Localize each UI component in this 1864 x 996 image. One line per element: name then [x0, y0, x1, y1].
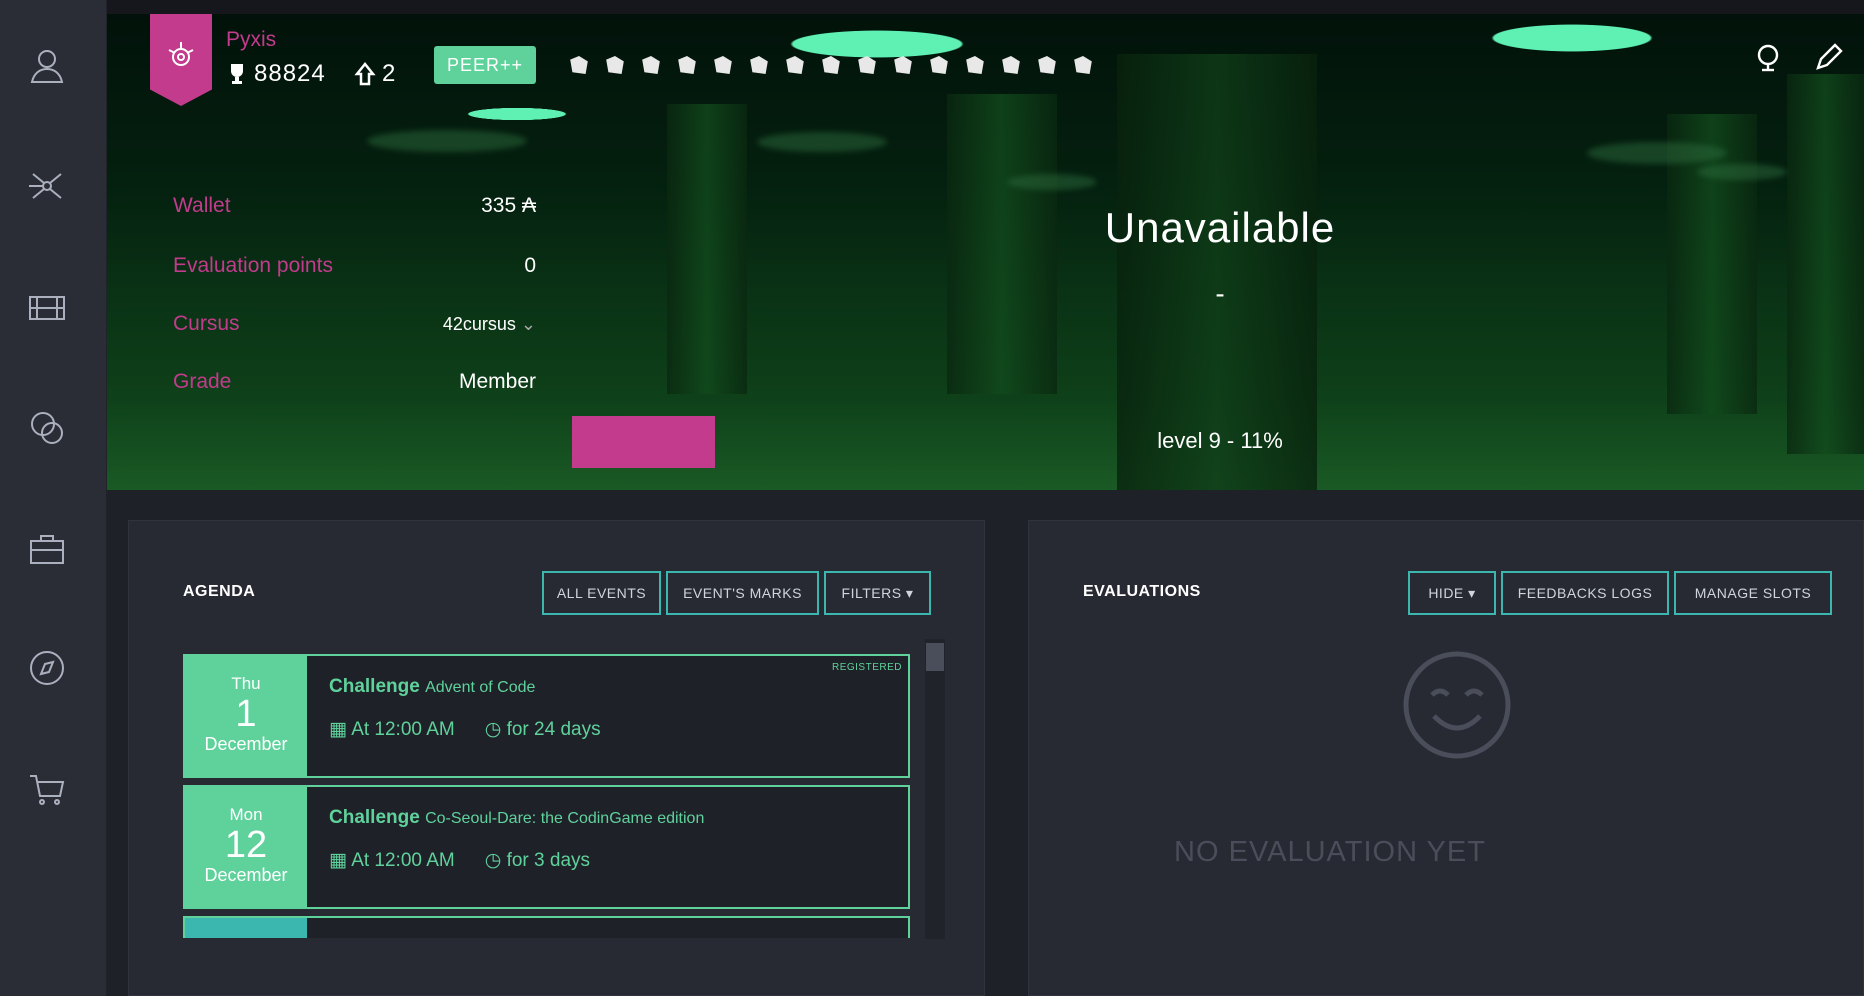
globe-icon[interactable] [1752, 42, 1784, 74]
network-icon[interactable] [25, 164, 69, 208]
calendar-icon: ▦ [329, 850, 347, 871]
event-duration: ◷ for 3 days [484, 850, 591, 871]
smiley-icon [1403, 651, 1511, 759]
availability-status: Unavailable [1104, 204, 1336, 251]
event-title: Challenge Co-Seoul-Dare: the CodinGame e… [329, 807, 705, 828]
cursus-row[interactable]: Cursus 42cursus ⌄ [173, 312, 536, 336]
hide-button[interactable]: HIDE ▾ [1408, 571, 1496, 615]
event-date: Thu 1 December [185, 656, 307, 776]
event-month: December [204, 865, 288, 885]
feedbacks-logs-button[interactable]: FEEDBACKS LOGS [1501, 571, 1669, 615]
coalition-badge[interactable] [150, 14, 212, 106]
clock-icon: ◷ [484, 850, 502, 871]
event-day: 12 [224, 824, 268, 866]
manage-slots-button[interactable]: MANAGE SLOTS [1674, 571, 1832, 615]
top-strip [107, 0, 1864, 14]
event-marks-button[interactable]: EVENT'S MARKS [666, 571, 819, 615]
event-card-partial[interactable] [183, 916, 910, 938]
registered-badge: REGISTERED [831, 662, 902, 673]
event-card[interactable]: Thu 1 December Challenge Advent of Code … [183, 654, 910, 778]
event-duration: ◷ for 24 days [484, 719, 601, 740]
username[interactable]: Pyxis [226, 28, 276, 52]
evaluation-points-label: Evaluation points [173, 254, 333, 277]
level-text: level 9 - 11% [1157, 428, 1283, 453]
peer-plus-badge[interactable]: PEER++ [434, 46, 536, 84]
compass-icon[interactable] [25, 646, 69, 690]
film-icon[interactable] [25, 286, 69, 330]
wallet-value: 335 ₳ [481, 194, 536, 217]
coalition-emblem-icon [168, 42, 194, 66]
cursus-label: Cursus [173, 312, 240, 335]
event-date [185, 918, 307, 938]
altarian-coin-icon [354, 62, 376, 86]
location-host: - [1215, 278, 1225, 309]
calendar-icon: ▦ [329, 719, 347, 740]
event-weekday: Thu [231, 674, 261, 693]
event-title: Challenge Advent of Code [329, 676, 536, 697]
grade-row: Grade Member [173, 370, 536, 394]
chat-icon[interactable] [25, 406, 69, 450]
evaluation-points-row: Evaluation points 0 [173, 254, 536, 278]
trophy-score: 88824 [226, 60, 326, 88]
event-month: December [204, 734, 288, 754]
coins-count: 2 [354, 60, 396, 88]
event-day: 1 [235, 693, 257, 735]
evaluations-title: EVALUATIONS [1083, 583, 1201, 600]
event-weekday: Mon [229, 805, 263, 824]
user-icon[interactable] [25, 44, 69, 88]
event-time: ▦ At 12:00 AM [329, 719, 455, 740]
grade-value: Member [458, 370, 536, 393]
empty-evaluations-text: NO EVALUATION YET [1174, 836, 1486, 868]
wallet-label: Wallet [173, 194, 231, 217]
edit-pencil-icon[interactable] [1812, 42, 1844, 74]
agenda-panel: AGENDA ALL EVENTS EVENT'S MARKS FILTERS … [128, 520, 985, 996]
chevron-down-icon: ⌄ [520, 313, 536, 334]
event-date: Mon 12 December [185, 787, 307, 907]
clock-icon: ◷ [484, 719, 502, 740]
sidebar [0, 0, 107, 996]
cart-icon[interactable] [25, 766, 69, 810]
grade-label: Grade [173, 370, 232, 393]
all-events-button[interactable]: ALL EVENTS [542, 571, 661, 615]
agenda-title: AGENDA [183, 583, 256, 600]
event-card[interactable]: Mon 12 December Challenge Co-Seoul-Dare:… [183, 785, 910, 909]
filters-button[interactable]: FILTERS ▾ [824, 571, 931, 615]
trophy-icon [231, 64, 243, 84]
achievements-strip[interactable] [568, 52, 1094, 78]
location-button[interactable] [572, 416, 715, 468]
coins-count-value: 2 [382, 60, 397, 87]
trophy-score-value: 88824 [254, 60, 326, 87]
wallet-row: Wallet 335 ₳ [173, 194, 536, 218]
event-time: ▦ At 12:00 AM [329, 850, 455, 871]
evaluation-points-value: 0 [524, 254, 536, 277]
agenda-scrollbar-thumb[interactable] [926, 643, 944, 671]
evaluations-panel: EVALUATIONS HIDE ▾ FEEDBACKS LOGS MANAGE… [1028, 520, 1864, 996]
agenda-scrollbar[interactable] [925, 639, 945, 939]
cursus-select[interactable]: 42cursus ⌄ [443, 314, 536, 335]
briefcase-icon[interactable] [25, 526, 69, 570]
